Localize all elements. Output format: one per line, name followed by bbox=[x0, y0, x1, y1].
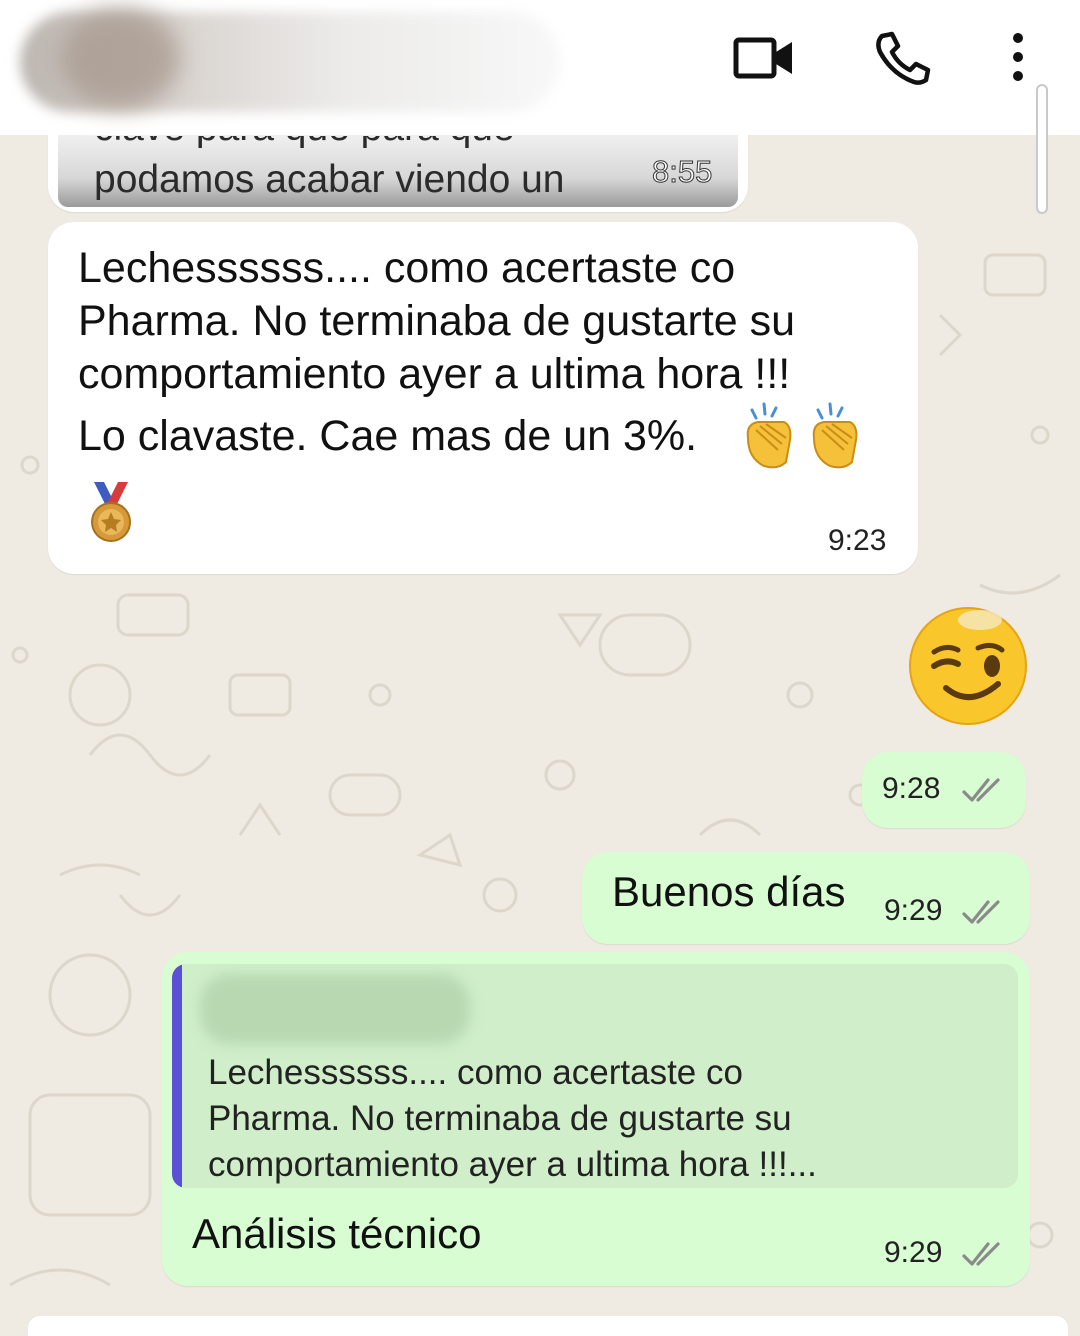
message-time: 9:23 bbox=[828, 524, 887, 557]
medal-icon bbox=[88, 480, 134, 544]
message-text: Lechessssss.... como acertaste co Pharma… bbox=[78, 242, 898, 401]
message-text: podamos acabar viendo un bbox=[94, 158, 565, 201]
message-text-cut: clave para que para que bbox=[94, 136, 515, 152]
message-bubble-reply[interactable]: Lechessssss.... como acertaste co Pharma… bbox=[162, 952, 1030, 1286]
message-time: 8:55 bbox=[651, 154, 713, 190]
quoted-author-blurred bbox=[200, 974, 470, 1044]
message-bubble-incoming[interactable]: Lechessssss.... como acertaste co Pharma… bbox=[48, 222, 918, 574]
message-line: comportamiento ayer a ultima hora !!! bbox=[78, 350, 791, 398]
quoted-line: Lechessssss.... como acertaste co bbox=[208, 1053, 743, 1092]
double-check-icon bbox=[962, 898, 1006, 928]
voice-call-icon[interactable] bbox=[870, 30, 934, 86]
message-bubble-outgoing[interactable]: 9:28 bbox=[862, 752, 1026, 828]
clapping-hands-icon bbox=[804, 400, 870, 472]
more-options-icon[interactable] bbox=[1000, 30, 1036, 86]
next-message-edge bbox=[28, 1316, 1068, 1336]
message-time: 9:29 bbox=[884, 1236, 943, 1269]
chat-header bbox=[0, 0, 1080, 135]
message-time: 9:28 bbox=[882, 772, 941, 805]
message-line: Pharma. No terminaba de gustarte su bbox=[78, 297, 796, 345]
double-check-icon bbox=[962, 1240, 1006, 1270]
message-line: Lo clavaste. Cae mas de un 3%. bbox=[78, 412, 698, 460]
avatar[interactable] bbox=[60, 8, 180, 108]
message-text: Buenos días bbox=[612, 868, 846, 915]
message-line: Lechessssss.... como acertaste co bbox=[78, 244, 736, 292]
clapping-hands-icon bbox=[738, 400, 804, 472]
quoted-text: Lechessssss.... como acertaste co Pharma… bbox=[208, 1050, 1008, 1188]
winking-face-icon[interactable] bbox=[906, 604, 1030, 728]
quoted-message[interactable]: Lechessssss.... como acertaste co Pharma… bbox=[172, 964, 1018, 1188]
quote-bar bbox=[172, 964, 182, 1188]
double-check-icon bbox=[962, 776, 1006, 806]
quoted-line: comportamiento ayer a ultima hora !!!... bbox=[208, 1145, 817, 1184]
message-text: Análisis técnico bbox=[192, 1210, 482, 1257]
message-bubble-outgoing[interactable]: Buenos días 9:29 bbox=[582, 852, 1030, 944]
scrollbar[interactable] bbox=[1036, 84, 1048, 214]
video-call-icon[interactable] bbox=[732, 30, 796, 86]
quoted-line: Pharma. No terminaba de gustarte su bbox=[208, 1099, 792, 1138]
message-time: 9:29 bbox=[884, 894, 943, 927]
